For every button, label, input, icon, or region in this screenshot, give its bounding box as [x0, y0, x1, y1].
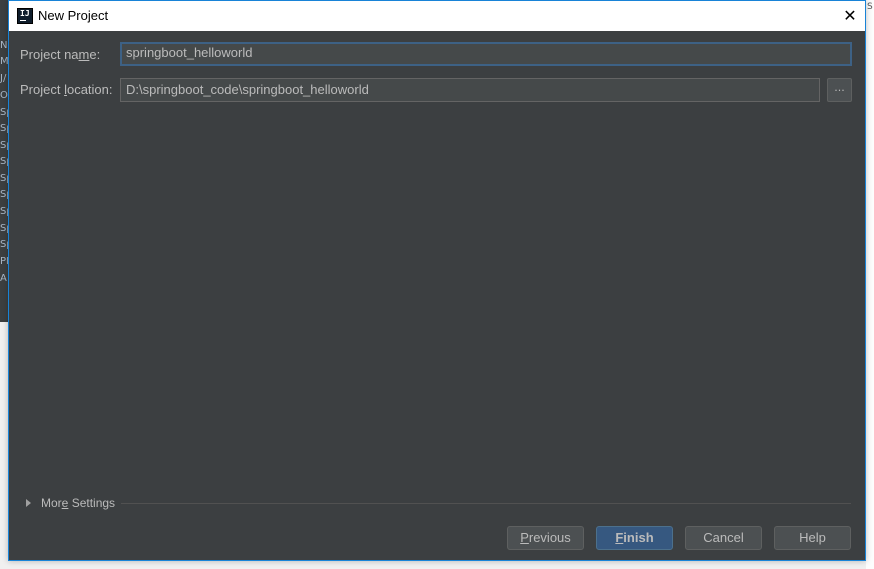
browse-button[interactable]: ... — [827, 78, 852, 102]
settings-separator — [121, 503, 851, 504]
dialog-content: Project name: springboot_helloworld Proj… — [9, 31, 865, 560]
help-button[interactable]: Help — [774, 526, 851, 550]
close-icon: ✕ — [843, 6, 857, 25]
intellij-idea-icon: IJ — [17, 8, 33, 24]
previous-button[interactable]: Previous — [507, 526, 584, 550]
new-project-dialog: IJ New Project ✕ Project name: springboo… — [8, 0, 866, 561]
project-name-input[interactable]: springboot_helloworld — [120, 42, 852, 66]
dialog-title: New Project — [38, 8, 109, 23]
project-name-label: Project name: — [20, 47, 101, 62]
bg-glyph: S — [867, 2, 873, 12]
cancel-button[interactable]: Cancel — [685, 526, 762, 550]
background-right-edge: S — [866, 0, 874, 569]
more-settings-label: More Settings — [41, 496, 116, 510]
title-bar[interactable]: IJ New Project ✕ — [9, 1, 865, 31]
close-button[interactable]: ✕ — [835, 1, 865, 30]
project-location-label: Project location: — [20, 82, 113, 97]
finish-button[interactable]: Finish — [596, 526, 673, 550]
expand-arrow-icon — [26, 499, 31, 507]
project-location-input[interactable]: D:\springboot_code\springboot_helloworld — [120, 78, 820, 102]
